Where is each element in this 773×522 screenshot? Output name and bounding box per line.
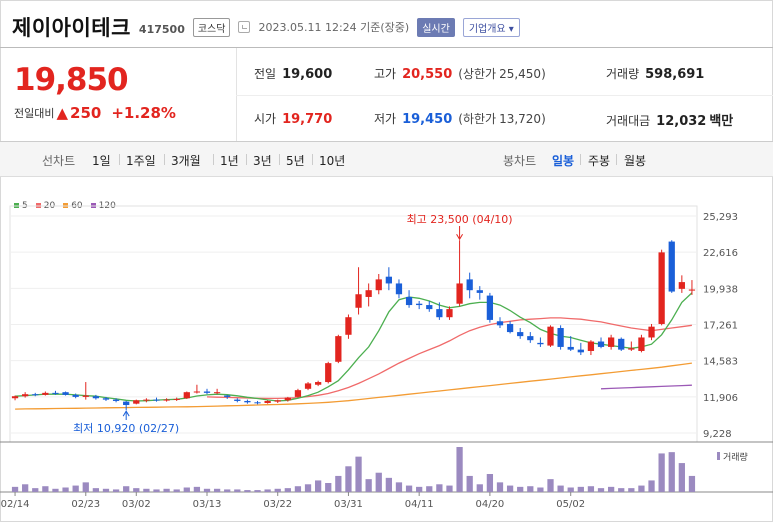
as-of-datetime: 2023.05.11 12:24 기준(장중)	[258, 21, 410, 34]
legend-swatch	[14, 203, 19, 208]
realtime-button[interactable]: 실시간	[417, 17, 455, 37]
candle-chart-label: 봉차트	[503, 154, 537, 168]
open-value: 19,770	[282, 112, 333, 127]
prev-close-label: 전일	[254, 67, 277, 81]
low-price: 저가 19,450 (하한가 13,720)	[374, 110, 546, 127]
open-label: 시가	[254, 112, 277, 126]
volume: 거래량 598,691	[606, 65, 704, 82]
legend-label: 5	[22, 201, 28, 211]
chart-legend: 5 20 60 120	[14, 201, 116, 211]
stock-name[interactable]: 제이아이테크	[12, 12, 131, 42]
stock-code: 417500	[138, 22, 185, 36]
change-line: 전일대비 ▲ 250 +1.28%	[14, 104, 176, 122]
amount-unit: 백만	[709, 114, 734, 129]
current-price: 19,850	[14, 62, 129, 98]
candle-monthly[interactable]: 월봉	[624, 152, 646, 169]
trade-amount: 거래대금 12,032 백만	[606, 110, 733, 129]
low-value: 19,450	[402, 112, 453, 127]
period-bar: 선차트 1일 1주일 3개월 1년 3년 5년 10년 봉차트 일봉 주봉 월봉	[0, 142, 773, 177]
period-10y[interactable]: 10년	[319, 152, 345, 169]
legend-ma60[interactable]: 60	[63, 201, 83, 211]
divider	[246, 154, 247, 165]
legend-ma20[interactable]: 20	[35, 201, 56, 211]
stock-header: 제이아이테크 417500 코스닥 2023.05.11 12:24 기준(장중…	[12, 10, 520, 44]
divider	[616, 154, 617, 165]
calendar-icon	[238, 21, 251, 33]
legend-swatch	[35, 203, 41, 208]
period-1w[interactable]: 1주일	[126, 152, 156, 169]
legend-ma120[interactable]: 120	[90, 201, 116, 211]
divider	[279, 154, 280, 165]
up-arrow-icon: ▲	[56, 104, 69, 122]
company-overview-dropdown[interactable]: 기업개요 ▾	[462, 17, 520, 37]
period-1d[interactable]: 1일	[92, 152, 111, 169]
divider	[164, 154, 165, 165]
high-value: 20,550	[402, 67, 453, 82]
amount-label: 거래대금	[606, 114, 651, 128]
divider	[119, 154, 120, 165]
prev-close: 전일 19,600	[254, 65, 332, 82]
high-label: 고가	[374, 67, 397, 81]
period-1y[interactable]: 1년	[220, 152, 239, 169]
period-5y[interactable]: 5년	[286, 152, 305, 169]
divider	[580, 154, 581, 165]
lower-limit-value: 13,720)	[499, 112, 546, 126]
line-chart-label: 선차트	[42, 154, 76, 168]
volume-label: 거래량	[606, 67, 640, 81]
price-box: 19,850 전일대비 ▲ 250 +1.28%	[14, 62, 176, 122]
legend-label: 20	[43, 201, 56, 211]
legend-label: 120	[98, 201, 116, 211]
amount-value: 12,032	[656, 114, 707, 129]
volume-value: 598,691	[645, 67, 705, 82]
divider	[213, 154, 214, 165]
candle-daily[interactable]: 일봉	[552, 152, 574, 169]
divider	[312, 154, 313, 165]
period-3y[interactable]: 3년	[253, 152, 272, 169]
prev-close-value: 19,600	[282, 67, 333, 82]
price-change-pct: +1.28%	[111, 104, 176, 122]
legend-ma5[interactable]: 5	[14, 201, 28, 211]
market-badge: 코스닥	[192, 17, 231, 37]
upper-limit-value: 25,450)	[499, 67, 546, 81]
change-label: 전일대비	[14, 107, 55, 120]
legend-label: 60	[71, 201, 83, 211]
price-summary: 전일 19,600 고가 20,550 (상한가 25,450) 거래량 598…	[236, 48, 773, 141]
candle-weekly[interactable]: 주봉	[588, 152, 610, 169]
lower-limit-label: (하한가	[458, 112, 497, 126]
legend-swatch	[63, 203, 69, 208]
price-change: 250	[70, 104, 102, 122]
high-price: 고가 20,550 (상한가 25,450)	[374, 65, 546, 82]
low-label: 저가	[374, 112, 397, 126]
period-3m[interactable]: 3개월	[171, 152, 201, 169]
legend-swatch	[90, 203, 96, 208]
open-price: 시가 19,770	[254, 110, 332, 127]
upper-limit-label: (상한가	[458, 67, 497, 81]
